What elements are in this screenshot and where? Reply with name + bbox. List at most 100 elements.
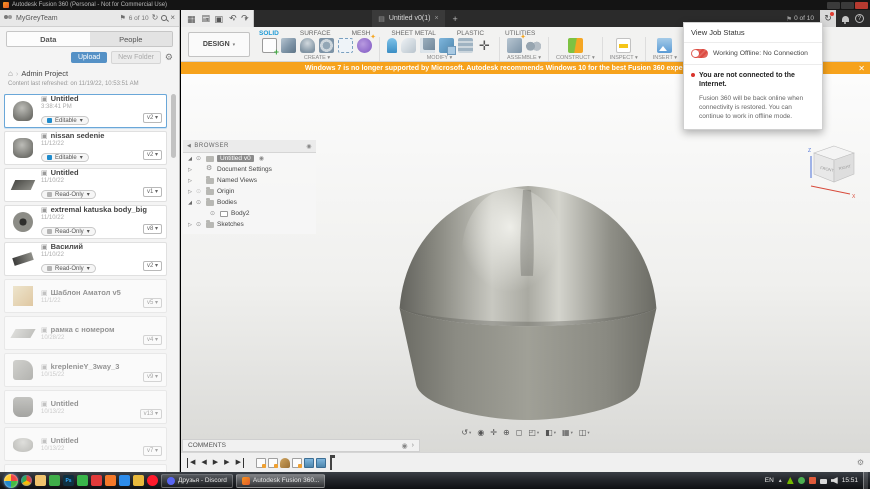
joint-icon[interactable]: [526, 38, 541, 53]
timeline-marker[interactable]: [330, 456, 332, 470]
viewport-canvas[interactable]: ◀ BROWSER ◉ ◢⊙Untitled v0◉▷⚙Document Set…: [181, 74, 870, 452]
language-indicator[interactable]: EN: [765, 477, 774, 484]
notifications-bell-icon[interactable]: [842, 16, 849, 22]
visibility-eye-icon[interactable]: ⊙: [196, 188, 203, 195]
new-folder-button[interactable]: New Folder: [111, 51, 161, 64]
plane-icon[interactable]: [568, 38, 583, 53]
timeline-go-end-button[interactable]: ▶: [234, 458, 244, 468]
display-settings-icon[interactable]: ◧▾: [545, 428, 556, 437]
version-dropdown[interactable]: v7 ▾: [143, 446, 162, 456]
file-card[interactable]: ▣Шаблон Аматол v511/1/22v5 ▾: [4, 279, 167, 313]
model-body[interactable]: [393, 182, 663, 424]
taskbar-opera-icon[interactable]: [147, 475, 158, 486]
taskbar-chrome-icon[interactable]: [21, 475, 32, 486]
taskbar-settings-app-icon[interactable]: [133, 475, 144, 486]
expander-icon[interactable]: ▷: [187, 189, 193, 195]
group-label-create[interactable]: CREATE ▾: [304, 55, 330, 61]
close-window-button[interactable]: [855, 2, 868, 9]
new-document-tab-button[interactable]: +: [453, 14, 458, 24]
measure-icon[interactable]: [616, 38, 631, 53]
box-icon[interactable]: [281, 38, 296, 53]
show-desktop-button[interactable]: [863, 472, 868, 489]
new-component-icon[interactable]: [507, 38, 522, 53]
group-label-insert[interactable]: INSERT ▾: [653, 55, 677, 61]
look-at-icon[interactable]: ◉: [477, 428, 484, 437]
taskbar-blue-app-icon[interactable]: [119, 475, 130, 486]
document-tab[interactable]: ▤ Untitled v0(1) ×: [372, 10, 444, 27]
close-document-icon[interactable]: ×: [434, 15, 438, 22]
version-dropdown[interactable]: v9 ▾: [143, 372, 162, 382]
workspace-selector[interactable]: DESIGN▾: [188, 32, 250, 57]
close-panel-icon[interactable]: ×: [170, 14, 175, 22]
timeline-feature-extrude[interactable]: [316, 458, 326, 468]
visibility-eye-icon[interactable]: ⊙: [196, 155, 203, 162]
taskbar-discord-button[interactable]: Друзья - Discord: [161, 474, 233, 488]
taskbar-kmplayer-icon[interactable]: [91, 475, 102, 486]
move-icon[interactable]: ✛: [477, 38, 492, 53]
browser-node[interactable]: ▷⚙Document Settings: [183, 164, 316, 175]
shell-icon[interactable]: [420, 38, 435, 53]
revolve-icon[interactable]: [319, 38, 334, 53]
tray-green-icon[interactable]: [798, 477, 805, 484]
timeline-feature-extrude[interactable]: [304, 458, 314, 468]
group-label-assemble[interactable]: ASSEMBLE ▾: [507, 55, 541, 61]
taskbar-blender-icon[interactable]: [105, 475, 116, 486]
refresh-icon[interactable]: ↻: [152, 14, 159, 22]
comments-expand-icon[interactable]: ›: [412, 442, 414, 449]
timeline-play-button[interactable]: ▶: [211, 458, 220, 468]
timeline-feature-sketch[interactable]: [256, 458, 266, 468]
save-icon[interactable]: ▣: [215, 14, 224, 24]
browser-node[interactable]: ◢⊙Untitled v0◉: [183, 153, 316, 164]
coil-icon[interactable]: [357, 38, 372, 53]
orbit-icon[interactable]: ↺▾: [461, 428, 471, 437]
press-pull-icon[interactable]: [387, 38, 397, 53]
expander-icon[interactable]: ▷: [187, 167, 193, 173]
timeline-feature-sketch[interactable]: [268, 458, 278, 468]
timeline-go-start-button[interactable]: ◀: [187, 458, 197, 468]
zoom-icon[interactable]: ⊕: [503, 428, 510, 437]
grid-layout-icon[interactable]: ▦▾: [562, 428, 573, 437]
timeline-step-back-button[interactable]: ◀: [199, 458, 208, 468]
node-options-icon[interactable]: ◉: [259, 155, 264, 162]
browser-node[interactable]: ▷⊙Sketches: [183, 219, 316, 230]
viewcube[interactable]: FRONT RIGHT Z X: [804, 138, 866, 200]
browser-node[interactable]: ⊙Body2: [183, 208, 316, 219]
sketch-icon[interactable]: [262, 38, 277, 53]
file-menu-icon[interactable]: ▤▾: [202, 13, 209, 25]
browser-node[interactable]: ◢⊙Bodies: [183, 197, 316, 208]
taskbar-explorer-icon[interactable]: [35, 475, 46, 486]
version-dropdown[interactable]: v4 ▾: [143, 335, 162, 345]
team-name[interactable]: MyGreyTeam: [16, 15, 58, 22]
file-card[interactable]: ▣kreplenieY_3way_310/15/22v9 ▾: [4, 353, 167, 387]
file-card[interactable]: ▣extremal katuska body_big11/10/22Read-O…: [4, 205, 167, 239]
help-icon[interactable]: ?: [855, 14, 864, 23]
timeline-feature-sketch[interactable]: [292, 458, 302, 468]
fillet-icon[interactable]: [401, 38, 416, 53]
expander-icon[interactable]: ◢: [187, 200, 193, 206]
timeline-settings-icon[interactable]: ⚙: [857, 458, 864, 467]
browser-options-icon[interactable]: ◉: [306, 143, 312, 150]
offset-icon[interactable]: [458, 38, 473, 53]
data-panel-tab-people[interactable]: People: [90, 32, 173, 46]
expander-icon[interactable]: ◢: [187, 156, 193, 162]
taskbar-green-app-icon[interactable]: [77, 475, 88, 486]
maximize-button[interactable]: [841, 2, 854, 9]
file-card[interactable]: ▣vstavka1.69/18/22: [4, 464, 167, 472]
clock[interactable]: 15:51: [842, 477, 858, 484]
timeline-feature-form[interactable]: [280, 458, 290, 468]
tray-nvidia-icon[interactable]: [787, 477, 794, 484]
dome-icon[interactable]: [300, 38, 315, 53]
minimize-button[interactable]: [827, 2, 840, 9]
job-counter[interactable]: 6 of 10: [129, 15, 149, 22]
version-dropdown[interactable]: v2 ▾: [143, 113, 162, 123]
home-icon[interactable]: ⌂: [8, 69, 13, 78]
banner-close-icon[interactable]: ✕: [858, 64, 865, 73]
pattern-icon[interactable]: [338, 38, 353, 53]
show-data-panel-icon[interactable]: ▦: [187, 14, 196, 24]
file-status-dropdown[interactable]: Read-Only▾: [41, 264, 96, 273]
start-button[interactable]: [4, 474, 18, 488]
search-icon[interactable]: [161, 15, 167, 21]
version-dropdown[interactable]: v1 ▾: [143, 187, 162, 197]
version-dropdown[interactable]: v2 ▾: [143, 150, 162, 160]
file-status-dropdown[interactable]: Read-Only▾: [41, 227, 96, 236]
